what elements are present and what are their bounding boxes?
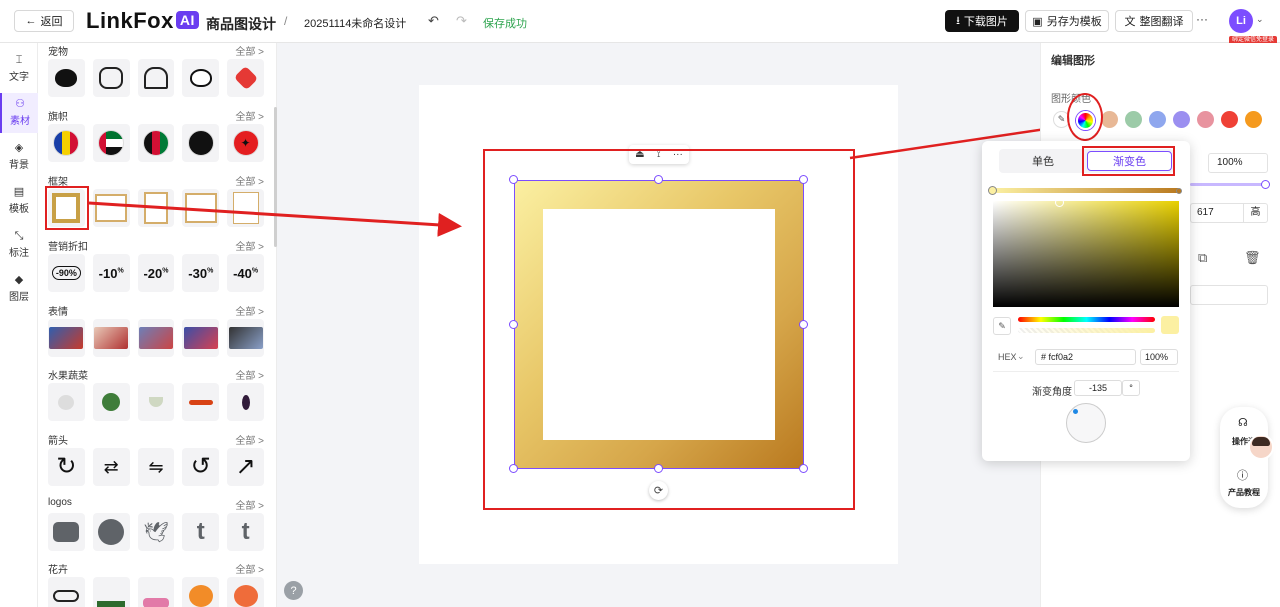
annotation-arrow [88, 201, 462, 237]
color-swatch[interactable] [1125, 111, 1142, 128]
question-icon[interactable]: ⓘ [1237, 467, 1248, 483]
angle-dial-handle[interactable] [1073, 409, 1078, 414]
chevron-down-icon[interactable]: ⌄ [1017, 351, 1025, 362]
annotation-highlight-color-wheel [1067, 93, 1103, 141]
color-picker-cursor[interactable] [1055, 198, 1064, 207]
trash-icon[interactable]: 🗑 [1244, 250, 1261, 266]
gradient-bar[interactable] [993, 188, 1180, 193]
headset-icon[interactable]: ☊ [1238, 416, 1248, 429]
color-swatch[interactable] [1197, 111, 1214, 128]
divider [993, 371, 1179, 372]
assistant-avatar[interactable] [1248, 434, 1274, 460]
eyedropper-icon[interactable]: ✎ [993, 317, 1011, 335]
angle-dial[interactable] [1066, 403, 1106, 443]
color-format-label[interactable]: HEX [998, 352, 1017, 362]
gradient-angle-label: 渐变角度 [1032, 387, 1072, 398]
color-swatch[interactable] [1173, 111, 1190, 128]
hue-slider[interactable] [1018, 317, 1155, 322]
color-preview [1161, 316, 1179, 334]
opacity-slider-knob[interactable] [1261, 180, 1270, 189]
duplicate-icon[interactable]: ⧉ [1198, 250, 1207, 266]
property-input[interactable] [1190, 285, 1268, 305]
gradient-stop-start[interactable] [988, 186, 997, 195]
gradient-angle-input[interactable]: -135 [1074, 380, 1122, 396]
color-swatch[interactable] [1101, 111, 1118, 128]
tutorial-label[interactable]: 产品教程 [1220, 487, 1268, 498]
color-opacity-input[interactable]: 100% [1140, 349, 1178, 365]
height-label: 高 [1243, 203, 1268, 223]
color-swatch[interactable] [1149, 111, 1166, 128]
color-swatch[interactable] [1221, 111, 1238, 128]
opacity-slider[interactable] [1190, 183, 1266, 186]
angle-unit: ° [1122, 380, 1140, 396]
hex-input[interactable]: # fcf0a2 [1035, 349, 1136, 365]
saturation-value-picker[interactable] [993, 201, 1179, 307]
annotation-highlight-gradient-tab [1082, 146, 1175, 176]
gradient-stop-end[interactable] [1176, 188, 1182, 194]
color-swatch[interactable] [1245, 111, 1262, 128]
alpha-slider[interactable] [1018, 328, 1155, 333]
panel-title: 编辑图形 [1051, 55, 1095, 67]
tab-solid-color[interactable]: 单色 [1001, 151, 1085, 171]
opacity-input[interactable]: 100% [1208, 153, 1268, 173]
height-input[interactable]: 617 [1190, 203, 1243, 223]
